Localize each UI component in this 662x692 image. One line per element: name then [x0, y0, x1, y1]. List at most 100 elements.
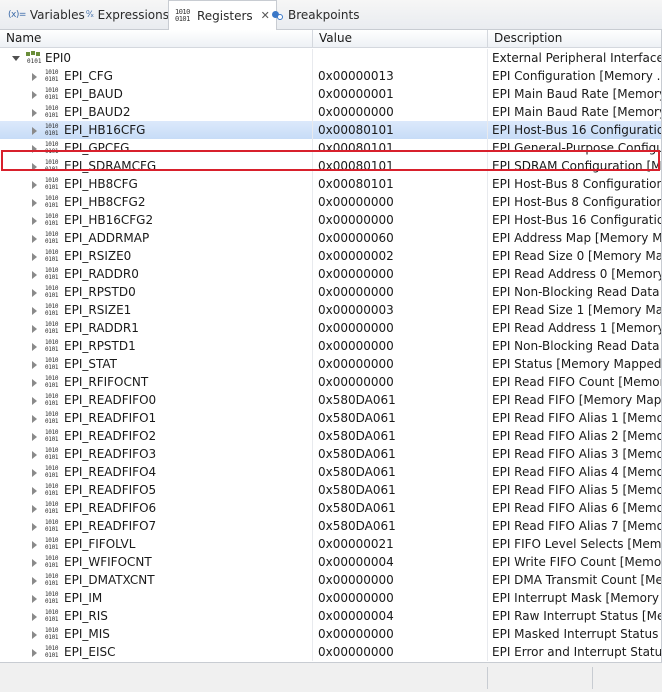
expand-triangle-icon[interactable]	[32, 307, 37, 315]
expand-triangle-icon[interactable]	[32, 577, 37, 585]
expand-triangle-icon[interactable]	[32, 487, 37, 495]
expand-triangle-icon[interactable]	[32, 109, 37, 117]
tab-variables[interactable]: (x)= Variables	[2, 0, 91, 29]
expand-triangle-icon[interactable]	[32, 163, 37, 171]
register-row[interactable]: 1010 0101 EPI_READFIFO0 0x580DA061 EPI Read …	[0, 391, 661, 409]
expand-triangle-icon[interactable]	[32, 199, 37, 207]
value-cell[interactable]: 0x580DA061	[313, 427, 488, 445]
value-cell[interactable]: 0x00000000	[313, 211, 488, 229]
value-cell[interactable]: 0x00000000	[313, 283, 488, 301]
column-header-name[interactable]: Name	[0, 30, 313, 47]
tab-breakpoints[interactable]: Breakpoints	[266, 0, 365, 29]
column-header-value[interactable]: Value	[313, 30, 488, 47]
expand-triangle-icon[interactable]	[32, 91, 37, 99]
value-cell[interactable]: 0x580DA061	[313, 499, 488, 517]
register-row[interactable]: 1010 0101 EPI_READFIFO2 0x580DA061 EPI Read …	[0, 427, 661, 445]
value-cell[interactable]: 0x00000000	[313, 373, 488, 391]
value-cell[interactable]: 0x00000000	[313, 265, 488, 283]
expand-triangle-icon[interactable]	[32, 541, 37, 549]
expand-triangle-icon[interactable]	[32, 289, 37, 297]
collapse-triangle-icon[interactable]	[12, 56, 20, 61]
register-row[interactable]: 1010 0101 EPI_BAUD2 0x00000000 EPI Main Baud…	[0, 103, 661, 121]
register-row[interactable]: 1010 0101 EPI_RSIZE1 0x00000003 EPI Read Siz…	[0, 301, 661, 319]
expand-triangle-icon[interactable]	[32, 523, 37, 531]
register-row[interactable]: 1010 0101 EPI_CFG 0x00000013 EPI Configurati…	[0, 67, 661, 85]
register-row[interactable]: 1010 0101 EPI_READFIFO1 0x580DA061 EPI Read …	[0, 409, 661, 427]
register-row[interactable]: 1010 0101 EPI_RADDR1 0x00000000 EPI Read Add…	[0, 319, 661, 337]
register-row[interactable]: 1010 0101 EPI_WFIFOCNT 0x00000004 EPI Write …	[0, 553, 661, 571]
register-row[interactable]: 1010 0101 EPI_GPCFG 0x00080101 EPI General-P…	[0, 139, 661, 157]
register-row[interactable]: 1010 0101 EPI_ADDRMAP 0x00000060 EPI Address…	[0, 229, 661, 247]
value-cell[interactable]: 0x00080101	[313, 175, 488, 193]
register-row[interactable]: 1010 0101 EPI_READFIFO4 0x580DA061 EPI Read …	[0, 463, 661, 481]
tab-expressions[interactable]: ⁰⁄ₓ Expressions	[80, 0, 175, 29]
expand-triangle-icon[interactable]	[32, 181, 37, 189]
value-cell[interactable]: 0x00080101	[313, 157, 488, 175]
register-row[interactable]: 1010 0101 EPI_EISC 0x00000000 EPI Error and …	[0, 643, 661, 661]
expand-triangle-icon[interactable]	[32, 397, 37, 405]
value-cell[interactable]: 0x00000013	[313, 67, 488, 85]
value-cell[interactable]: 0x580DA061	[313, 517, 488, 535]
column-header-description[interactable]: Description	[488, 30, 661, 47]
value-cell[interactable]: 0x580DA061	[313, 445, 488, 463]
expand-triangle-icon[interactable]	[32, 235, 37, 243]
register-row[interactable]: 1010 0101 EPI_HB8CFG 0x00080101 EPI Host-Bus…	[0, 175, 661, 193]
register-row[interactable]: 1010 0101 EPI_IM 0x00000000 EPI Interrupt Ma…	[0, 589, 661, 607]
register-row[interactable]: 1010 0101 EPI_RADDR0 0x00000000 EPI Read Add…	[0, 265, 661, 283]
value-cell[interactable]: 0x00080101	[313, 139, 488, 157]
value-cell[interactable]: 0x00000000	[313, 319, 488, 337]
register-row[interactable]: 1010 0101 EPI_READFIFO7 0x580DA061 EPI Read …	[0, 517, 661, 535]
expand-triangle-icon[interactable]	[32, 595, 37, 603]
register-row[interactable]: 1010 0101 EPI_RSIZE0 0x00000002 EPI Read Siz…	[0, 247, 661, 265]
value-cell[interactable]: 0x00000000	[313, 625, 488, 643]
value-cell[interactable]: 0x580DA061	[313, 409, 488, 427]
expand-triangle-icon[interactable]	[32, 379, 37, 387]
expand-triangle-icon[interactable]	[32, 217, 37, 225]
value-cell[interactable]: 0x00000002	[313, 247, 488, 265]
value-cell[interactable]: 0x580DA061	[313, 481, 488, 499]
expand-triangle-icon[interactable]	[32, 469, 37, 477]
expand-triangle-icon[interactable]	[32, 73, 37, 81]
expand-triangle-icon[interactable]	[32, 145, 37, 153]
register-row[interactable]: 1010 0101 EPI_RFIFOCNT 0x00000000 EPI Read F…	[0, 373, 661, 391]
expand-triangle-icon[interactable]	[32, 559, 37, 567]
expand-triangle-icon[interactable]	[32, 253, 37, 261]
register-row[interactable]: 1010 0101 EPI_HB8CFG2 0x00000000 EPI Host-Bu…	[0, 193, 661, 211]
value-cell[interactable]: 0x580DA061	[313, 391, 488, 409]
value-cell[interactable]: 0x00000004	[313, 607, 488, 625]
register-row[interactable]: 1010 0101 EPI_HB16CFG2 0x00000000 EPI Host-B…	[0, 211, 661, 229]
expand-triangle-icon[interactable]	[32, 361, 37, 369]
value-cell[interactable]: 0x00000004	[313, 553, 488, 571]
register-row[interactable]: 1010 0101 EPI_HB16CFG 0x00080101 EPI Host-Bu…	[0, 121, 661, 139]
expand-triangle-icon[interactable]	[32, 127, 37, 135]
expand-triangle-icon[interactable]	[32, 433, 37, 441]
register-row[interactable]: 1010 0101 EPI_RPSTD1 0x00000000 EPI Non-Bloc…	[0, 337, 661, 355]
value-cell[interactable]: 0x00080101	[313, 121, 488, 139]
value-cell[interactable]: 0x00000000	[313, 355, 488, 373]
register-row[interactable]: 1010 0101 EPI_STAT 0x00000000 EPI Status [Me…	[0, 355, 661, 373]
value-cell[interactable]: 0x00000000	[313, 103, 488, 121]
value-cell[interactable]: 0x00000021	[313, 535, 488, 553]
expand-triangle-icon[interactable]	[32, 505, 37, 513]
value-cell[interactable]: 0x00000000	[313, 571, 488, 589]
register-row[interactable]: 1010 0101 EPI_MIS 0x00000000 EPI Masked Inte…	[0, 625, 661, 643]
expand-triangle-icon[interactable]	[32, 613, 37, 621]
expand-triangle-icon[interactable]	[32, 271, 37, 279]
expand-triangle-icon[interactable]	[32, 649, 37, 657]
value-cell[interactable]: 0x00000001	[313, 85, 488, 103]
register-row[interactable]: 1010 0101 EPI_RPSTD0 0x00000000 EPI Non-Bloc…	[0, 283, 661, 301]
register-row[interactable]: 1010 0101 EPI_READFIFO5 0x580DA061 EPI Read …	[0, 481, 661, 499]
register-row[interactable]: 1010 0101 EPI_RIS 0x00000004 EPI Raw Interru…	[0, 607, 661, 625]
expand-triangle-icon[interactable]	[32, 631, 37, 639]
value-cell[interactable]: 0x00000000	[313, 193, 488, 211]
value-cell[interactable]: 0x00000000	[313, 589, 488, 607]
register-row[interactable]: 1010 0101 EPI_BAUD 0x00000001 EPI Main Baud …	[0, 85, 661, 103]
expand-triangle-icon[interactable]	[32, 415, 37, 423]
value-cell[interactable]: 0x580DA061	[313, 463, 488, 481]
register-row[interactable]: 1010 0101 EPI_DMATXCNT 0x00000000 EPI DMA Tr…	[0, 571, 661, 589]
value-cell[interactable]: 0x00000060	[313, 229, 488, 247]
register-row[interactable]: 1010 0101 EPI_SDRAMCFG 0x00080101 EPI SDRAM …	[0, 157, 661, 175]
value-cell[interactable]: 0x00000000	[313, 337, 488, 355]
register-row[interactable]: 1010 0101 EPI_FIFOLVL 0x00000021 EPI FIFO Le…	[0, 535, 661, 553]
register-row[interactable]: 1010 0101 EPI_READFIFO3 0x580DA061 EPI Read …	[0, 445, 661, 463]
